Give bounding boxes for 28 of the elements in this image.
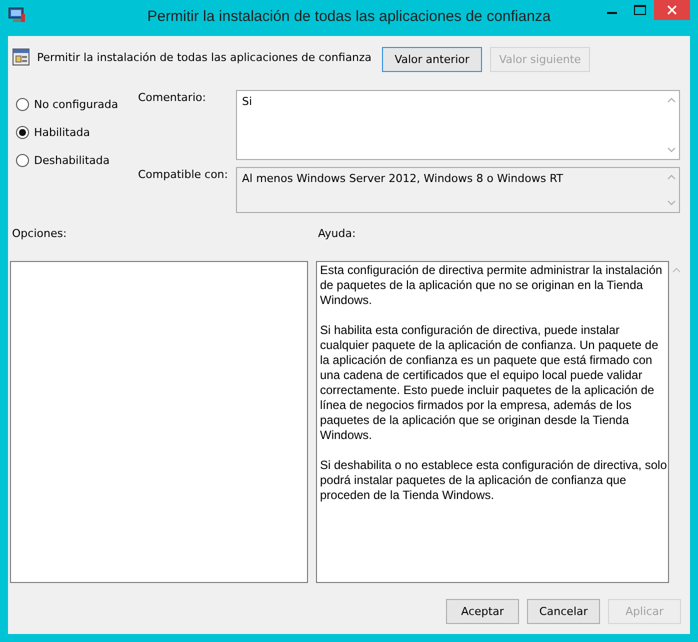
radio-button[interactable] [16,98,29,110]
scroll-down-icon[interactable] [666,147,676,153]
settings-window-icon [12,48,30,66]
radio-label[interactable]: Deshabilitada [34,154,110,166]
radio-button[interactable] [16,154,29,166]
comment-field[interactable]: Si [236,90,680,160]
help-paragraph: Si habilita esta configuración de directiva, puede instalar cualquier paquete de la aplicación de confianza. Un paquete de la aplicación de confianza es un paquete que está firmado con una cadena de certificados que el equipo local puede validar correctamente. Esto puede incluir paquetes de la aplicación de línea de negocios firmados por la empresa, además de los paquetes de la aplicación que se originan desde la Tienda Windows. [320,323,660,443]
comment-label: Comentario: [138,90,207,106]
radio-label[interactable]: No configurada [34,98,118,110]
ok-button[interactable]: Aceptar [446,599,519,624]
supported-field: Al menos Windows Server 2012, Windows 8 o Windows RT [236,167,680,213]
options-label: Opciones: [12,227,68,242]
supported-label: Compatible con: [138,167,229,183]
previous-setting-button[interactable]: Valor anterior [382,47,482,72]
computer-icon [8,7,26,23]
radio-label[interactable]: Habilitada [34,126,90,138]
minimize-icon [607,12,617,14]
close-icon [667,5,677,15]
policy-name: Permitir la instalación de todas las aplicaciones de confianza [37,51,372,64]
radio-button[interactable] [16,126,29,138]
help-paragraph: Esta configuración de directiva permite administrar la instalación de paquetes de la aplicación que no se originan en la Tienda Windows. [320,263,664,308]
help-paragraph: Si deshabilita o no establece esta configuración de directiva, solo podrá instalar paquetes de la aplicación de confianza que proceden de la Tienda Windows. [320,458,667,503]
help-label: Ayuda: [318,227,356,242]
cancel-button[interactable]: Cancelar [527,599,600,624]
scroll-up-icon[interactable] [666,97,676,103]
maximize-icon [634,5,646,15]
window-title: Permitir la instalación de todas las aplicaciones de confianza [147,8,551,25]
close-button[interactable] [654,0,690,20]
